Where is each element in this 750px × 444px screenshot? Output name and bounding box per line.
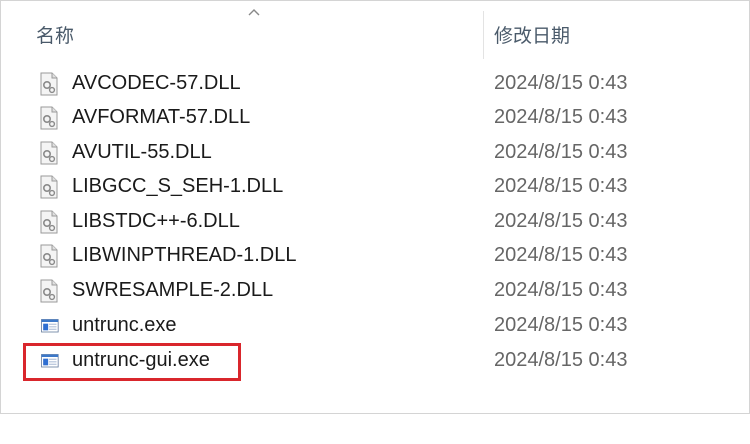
file-date-modified: 2024/8/15 0:43 (494, 244, 628, 266)
file-row[interactable]: SWRESAMPLE-2.DLL 2024/8/15 0:43 (1, 274, 749, 308)
sort-ascending-icon (248, 9, 260, 16)
dll-file-icon (40, 175, 58, 199)
file-name: AVUTIL-55.DLL (72, 141, 212, 163)
file-date-modified: 2024/8/15 0:43 (494, 72, 628, 94)
file-date-modified: 2024/8/15 0:43 (494, 349, 628, 371)
column-header-name[interactable]: 名称 (36, 21, 74, 48)
dll-file-icon (40, 72, 58, 96)
file-date-modified: 2024/8/15 0:43 (494, 141, 628, 163)
file-name: LIBSTDC++-6.DLL (72, 210, 240, 232)
dll-file-icon (40, 106, 58, 130)
dll-file-icon (40, 210, 58, 234)
file-date-modified: 2024/8/15 0:43 (494, 314, 628, 336)
dll-file-icon (40, 279, 58, 303)
file-row[interactable]: LIBWINPTHREAD-1.DLL 2024/8/15 0:43 (1, 239, 749, 273)
file-date-modified: 2024/8/15 0:43 (494, 279, 628, 301)
file-name: untrunc.exe (72, 314, 177, 336)
file-name: AVCODEC-57.DLL (72, 72, 241, 94)
file-date-modified: 2024/8/15 0:43 (494, 106, 628, 128)
file-row[interactable]: AVUTIL-55.DLL 2024/8/15 0:43 (1, 136, 749, 170)
column-divider[interactable] (483, 11, 484, 59)
highlight-annotation-box (23, 343, 241, 381)
file-name: AVFORMAT-57.DLL (72, 106, 251, 128)
dll-file-icon (40, 244, 58, 268)
file-row[interactable]: AVCODEC-57.DLL 2024/8/15 0:43 (1, 67, 749, 101)
column-header-bar: 名称 修改日期 (1, 1, 749, 69)
file-name: LIBWINPTHREAD-1.DLL (72, 244, 297, 266)
file-name: SWRESAMPLE-2.DLL (72, 279, 274, 301)
exe-file-icon (41, 319, 59, 333)
file-date-modified: 2024/8/15 0:43 (494, 210, 628, 232)
file-name: LIBGCC_S_SEH-1.DLL (72, 175, 284, 197)
file-date-modified: 2024/8/15 0:43 (494, 175, 628, 197)
file-explorer-list: 名称 修改日期 AVCODEC-57.DLL 2024/8/15 0:43 AV… (0, 0, 750, 414)
file-row[interactable]: LIBSTDC++-6.DLL 2024/8/15 0:43 (1, 205, 749, 239)
file-row[interactable]: AVFORMAT-57.DLL 2024/8/15 0:43 (1, 101, 749, 135)
file-row[interactable]: LIBGCC_S_SEH-1.DLL 2024/8/15 0:43 (1, 170, 749, 204)
file-row[interactable]: untrunc.exe 2024/8/15 0:43 (1, 309, 749, 343)
column-header-date-modified[interactable]: 修改日期 (494, 21, 570, 48)
dll-file-icon (40, 141, 58, 165)
